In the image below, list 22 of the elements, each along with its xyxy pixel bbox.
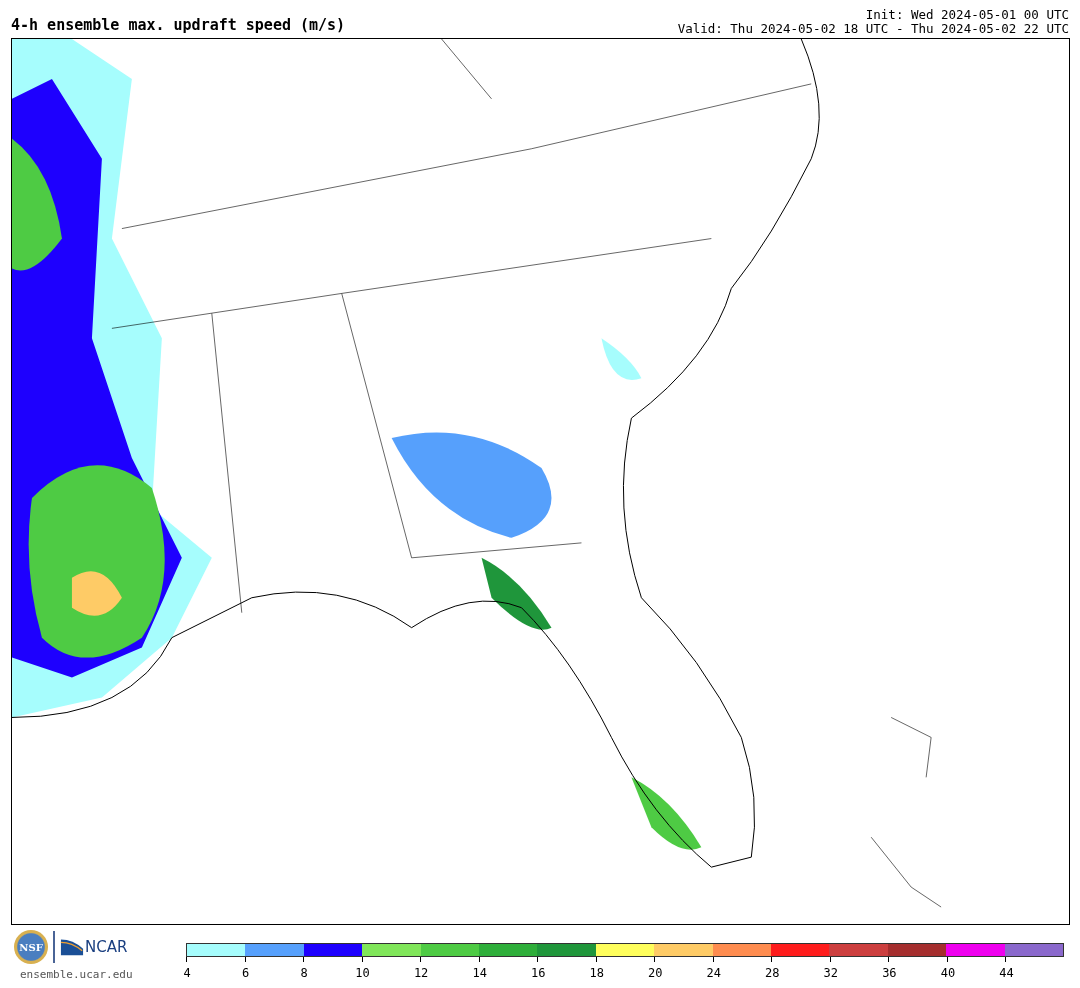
ncar-swoosh-icon (60, 937, 84, 957)
tick-label: 32 (823, 966, 839, 980)
tick-label: 6 (241, 966, 250, 980)
tick-label: 28 (765, 966, 780, 980)
tick-label: 8 (300, 966, 308, 980)
nsf-logo: NSF (14, 930, 48, 964)
tick-label: 20 (648, 966, 663, 980)
tick-label: 16 (530, 966, 546, 980)
tick-label: 10 (355, 966, 370, 980)
tick-label: 24 (706, 966, 721, 980)
tick-label: 36 (882, 966, 897, 980)
tick-label: 4 (183, 966, 191, 980)
tick-label: 44 (999, 966, 1014, 980)
website-url: ensemble.ucar.edu (20, 968, 134, 981)
tick-label: 18 (589, 966, 604, 980)
ncar-logo-text: NCAR (85, 938, 128, 956)
valid-time: Valid: Thu 2024-05-02 18 UTC - Thu 2024-05-02 22 UTC (677, 22, 1069, 36)
tick-label: 14 (472, 966, 487, 980)
init-time: Init: Wed 2024-05-01 00 UTC (865, 8, 1069, 22)
tick-label: 40 (940, 966, 956, 980)
chart-title: 4-h ensemble max. updraft speed (m/s) (11, 16, 346, 36)
tick-label: 12 (413, 966, 429, 980)
